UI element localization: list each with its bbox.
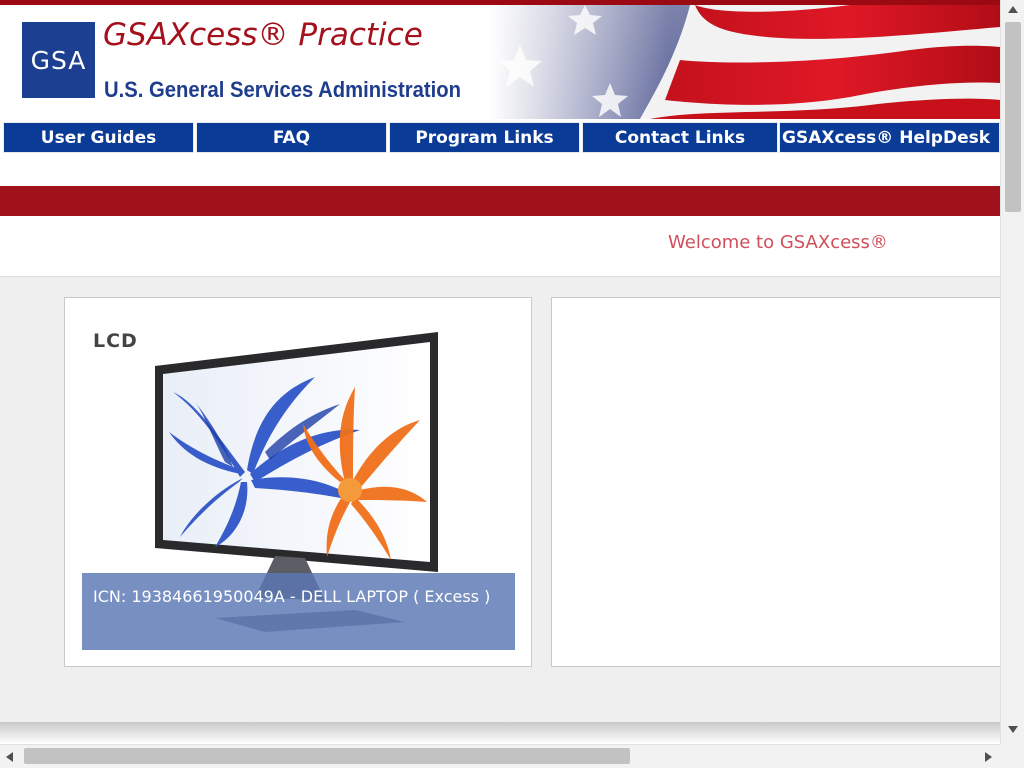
scrollbar-corner <box>1000 744 1024 768</box>
nav-contact-links-label: Contact Links <box>614 127 746 148</box>
image-label: LCD <box>93 330 138 352</box>
nav-program-links-label: Program Links <box>415 127 554 148</box>
nav-user-guides-label: User Guides <box>40 127 157 148</box>
featured-item-caption[interactable]: ICN: 19384661950049A - DELL LAPTOP ( Exc… <box>82 573 515 650</box>
page-viewport: GSA GSAXcess® Practice U.S. General Serv… <box>0 0 1000 744</box>
gsa-logo-text: GSA <box>30 45 87 75</box>
flag-banner-image <box>490 5 1000 119</box>
nav-contact-links[interactable]: Contact Links <box>582 122 778 153</box>
nav-user-guides[interactable]: User Guides <box>3 122 194 153</box>
welcome-message: Welcome to GSAXcess® <box>668 232 888 253</box>
scroll-right-arrow-icon[interactable] <box>983 751 993 763</box>
site-header: GSA GSAXcess® Practice U.S. General Serv… <box>0 5 1000 119</box>
nav-helpdesk-label: GSAXcess® HelpDesk <box>782 127 991 148</box>
site-title: GSAXcess® Practice <box>103 17 423 53</box>
scroll-left-arrow-icon[interactable] <box>5 751 15 763</box>
site-subtitle: U.S. General Services Administration <box>104 77 461 102</box>
secondary-panel <box>551 297 1000 667</box>
vertical-scrollbar-thumb[interactable] <box>1005 22 1021 212</box>
horizontal-scrollbar-thumb[interactable] <box>24 748 630 764</box>
main-content: LCD ICN: 19384661950049A - DELL LAPTOP (… <box>0 276 1000 724</box>
vertical-scrollbar[interactable] <box>1000 0 1024 744</box>
gsa-logo[interactable]: GSA <box>22 22 95 98</box>
nav-faq[interactable]: FAQ <box>196 122 387 153</box>
red-band-divider <box>0 186 1000 216</box>
content-bottom-shadow <box>0 722 1000 744</box>
nav-program-links[interactable]: Program Links <box>389 122 580 153</box>
horizontal-scrollbar[interactable] <box>0 744 1000 768</box>
scroll-down-arrow-icon[interactable] <box>1007 724 1019 734</box>
featured-item-card[interactable]: LCD ICN: 19384661950049A - DELL LAPTOP (… <box>64 297 532 667</box>
nav-helpdesk[interactable]: GSAXcess® HelpDesk <box>779 122 1000 153</box>
main-nav: User Guides FAQ Program Links Contact Li… <box>0 122 1000 153</box>
scroll-up-arrow-icon[interactable] <box>1007 5 1019 15</box>
nav-faq-label: FAQ <box>272 127 311 148</box>
